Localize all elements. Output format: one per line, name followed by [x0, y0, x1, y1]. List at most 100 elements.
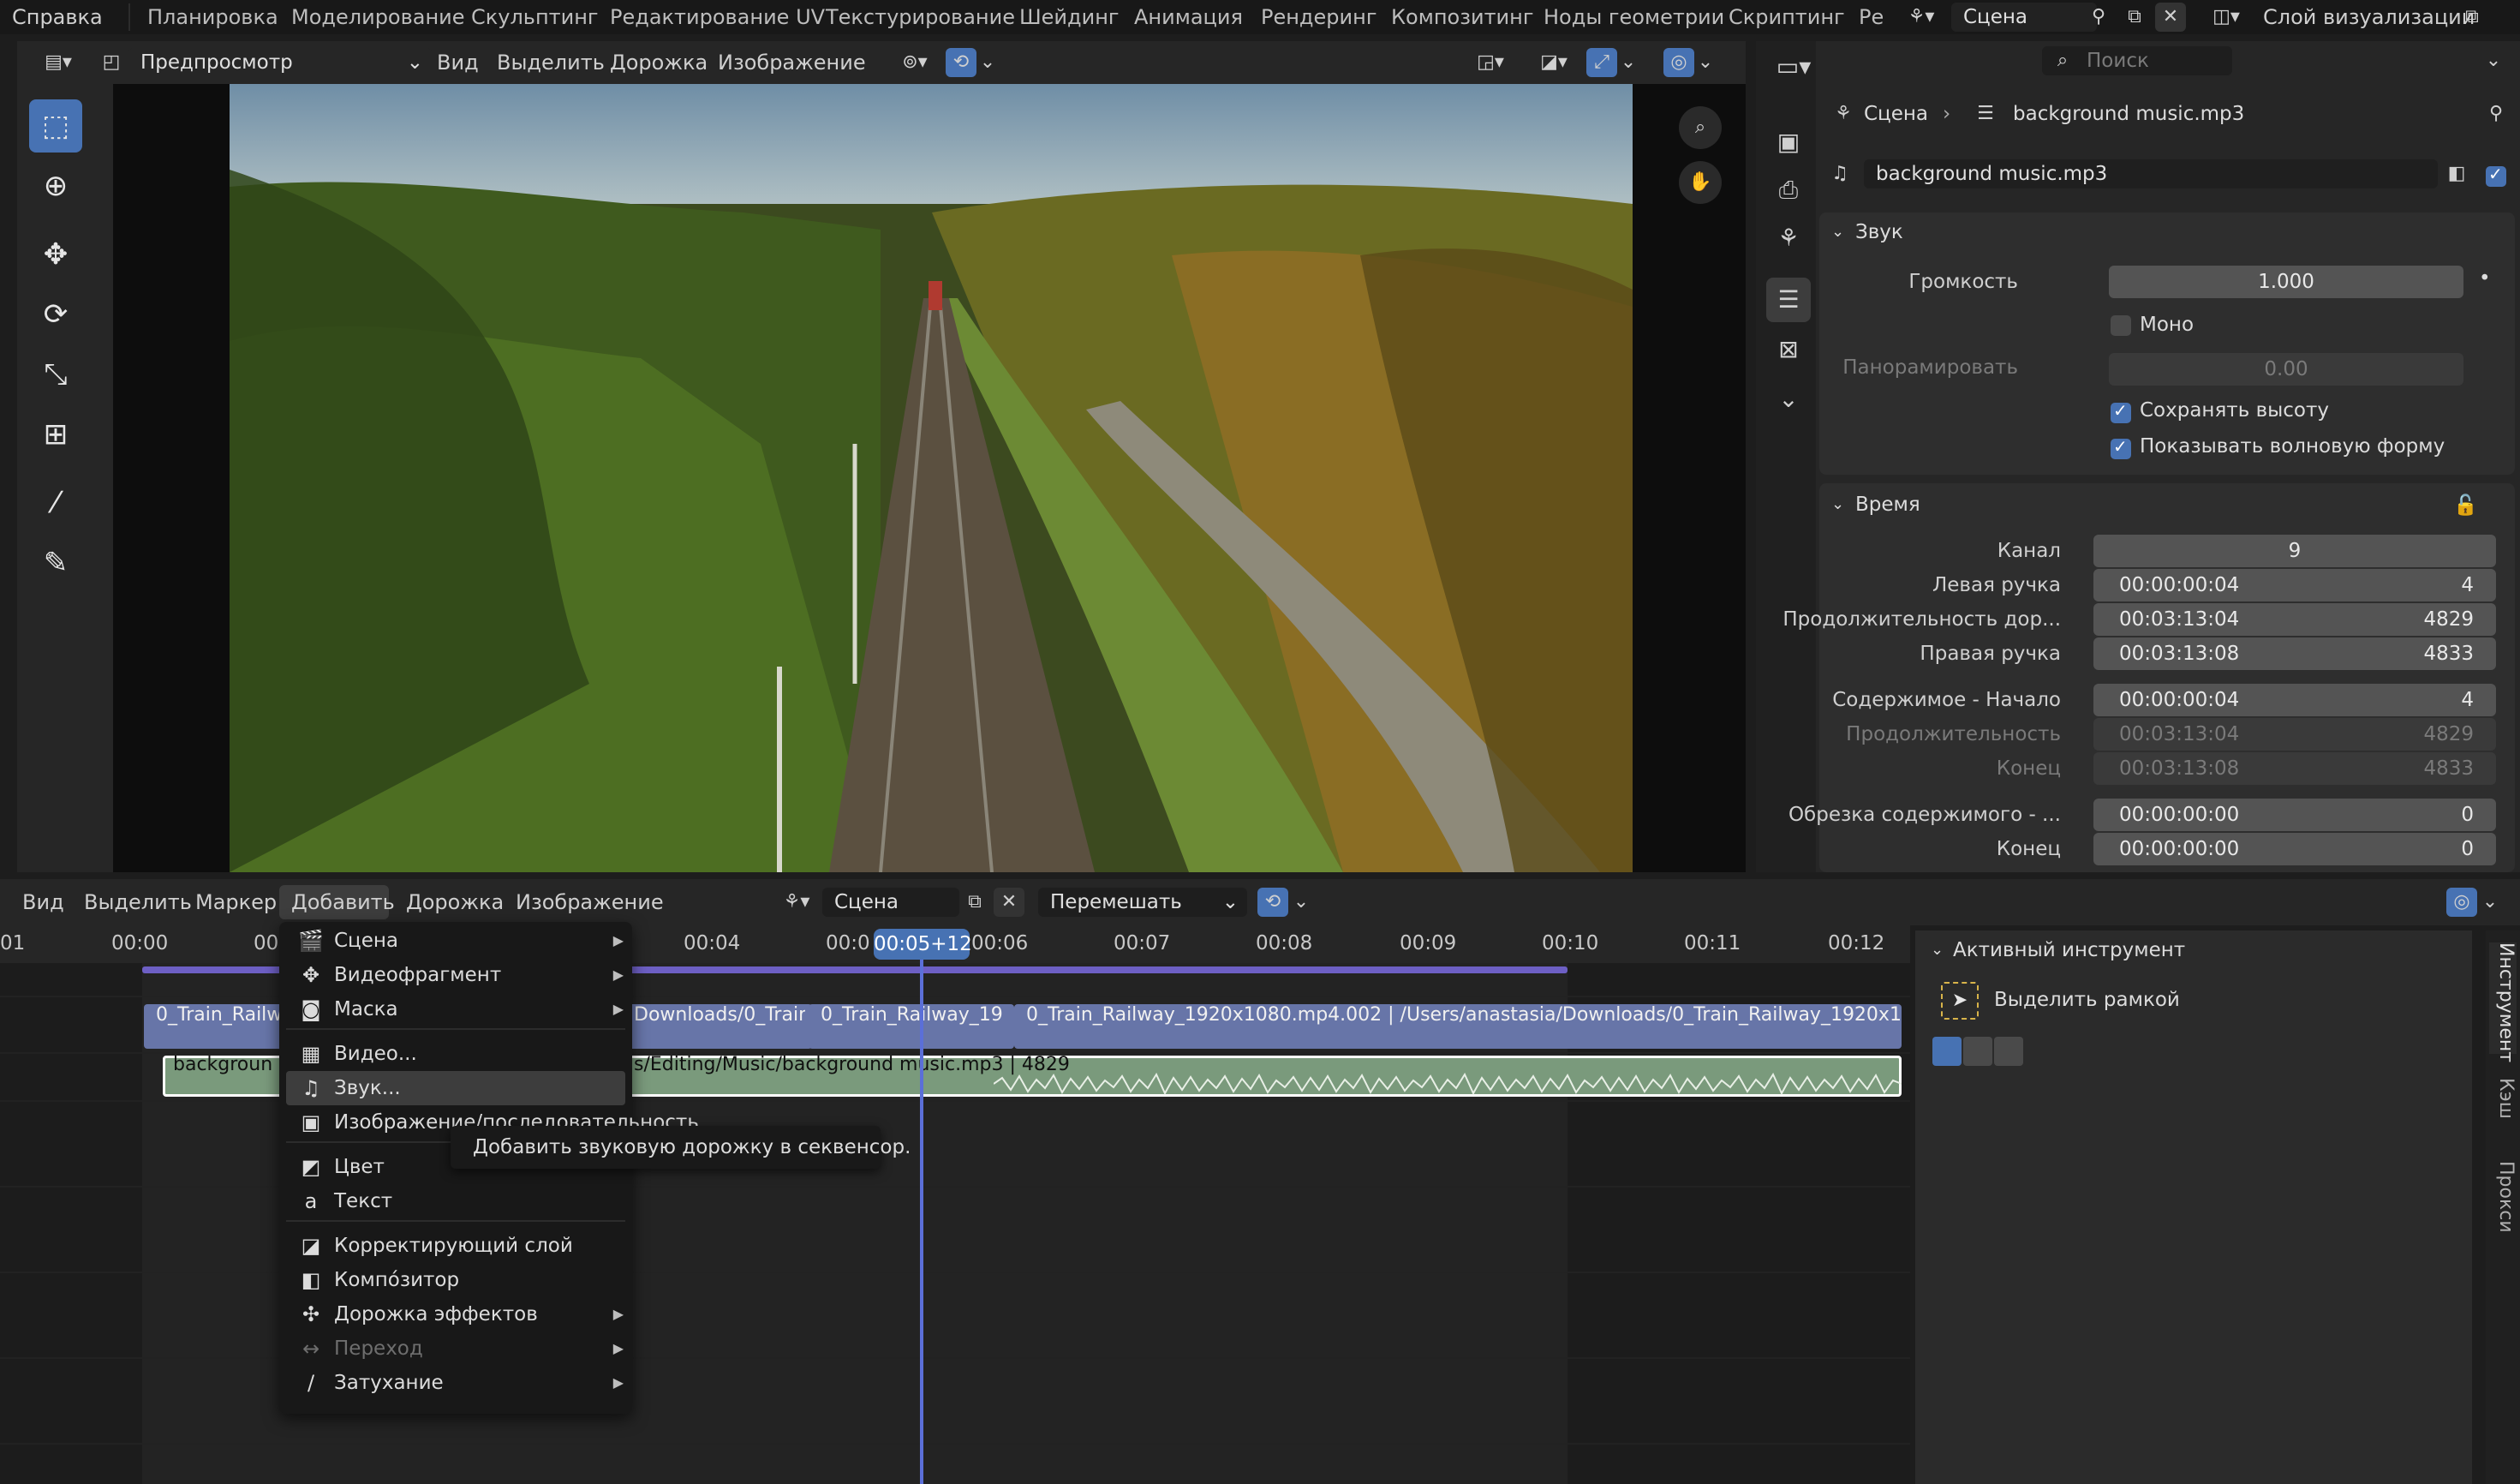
keep-pitch-checkbox[interactable] — [2111, 400, 2131, 423]
editor-type-icon[interactable]: ▭▾ — [1766, 45, 1821, 89]
sidebar-tab-cache[interactable]: Кэш — [2489, 1073, 2517, 1124]
chevron-down-icon[interactable]: ⌄ — [2481, 46, 2506, 75]
overlay-icon[interactable]: ◎ — [1663, 48, 1694, 77]
pin-icon[interactable]: ⚲ — [2481, 99, 2511, 129]
chevron-down-icon[interactable]: ⌄ — [1766, 377, 1811, 422]
move-icon[interactable]: ✥ — [29, 228, 82, 281]
sidebar-tab-proxy[interactable]: Прокси — [2489, 1158, 2517, 1236]
mode-extend-icon[interactable] — [1963, 1037, 1992, 1066]
chevron-down-icon[interactable]: ⌄ — [976, 48, 999, 77]
workspace-tab-rendering[interactable]: Рендеринг — [1261, 0, 1376, 34]
time-row-field[interactable]: 00:03:13:04 4829 — [2093, 603, 2496, 636]
menu-view[interactable]: Вид — [437, 45, 479, 80]
seq-menu-image[interactable]: Изображение — [516, 885, 664, 919]
time-row-field[interactable]: 00:03:13:08 4833 — [2093, 637, 2496, 670]
overlay-icon[interactable]: ◎ — [2446, 888, 2477, 917]
time-row-field[interactable]: 00:00:00:00 0 — [2093, 799, 2496, 831]
annotate-icon[interactable]: ✎ — [29, 536, 82, 589]
add-menu-item-fade[interactable]: ∕ Затухание ▶ — [279, 1366, 632, 1400]
workspace-tab-compositing[interactable]: Композитинг — [1391, 0, 1533, 34]
scale-icon[interactable]: ⤡ — [29, 348, 82, 401]
seq-menu-strip[interactable]: Дорожка — [406, 885, 504, 919]
gizmo-icon[interactable]: ⤢ — [1586, 48, 1617, 77]
lock-icon[interactable]: 🔓 — [2453, 494, 2478, 517]
display-channels-icon[interactable]: ◲▾ — [1465, 48, 1516, 77]
modifier-tab-icon[interactable]: ⊠ — [1766, 327, 1811, 372]
workspace-tab-uv-editing[interactable]: Редактирование UV — [610, 0, 825, 34]
workspace-tab-layout[interactable]: Планировка — [147, 0, 278, 34]
strip-color-icon[interactable]: ◧ — [2441, 159, 2472, 188]
render-tab-icon[interactable]: ⎙ — [1766, 168, 1811, 212]
view-layer-name[interactable]: Слой визуализации — [2263, 0, 2475, 34]
scene-strip-icon[interactable]: ⚘▾ — [773, 888, 821, 917]
snap-icon[interactable]: ⟲ — [1257, 888, 1288, 917]
workspace-tab-animation[interactable]: Анимация — [1134, 0, 1243, 34]
menu-image[interactable]: Изображение — [718, 45, 866, 80]
show-waveform-checkbox[interactable] — [2111, 436, 2131, 459]
chevron-down-icon[interactable]: ⌄ — [1290, 888, 1312, 917]
hand-icon[interactable]: ✋ — [1679, 161, 1722, 204]
add-menu-item-scene[interactable]: 🎬 Сцена ▶ — [279, 924, 632, 958]
workspace-tab-scripting[interactable]: Скриптинг — [1729, 0, 1845, 34]
mode-subtract-icon[interactable] — [1994, 1037, 2023, 1066]
time-row-field[interactable]: 00:03:13:04 4829 — [2093, 718, 2496, 751]
add-menu-item-mask[interactable]: ◙ Маска ▶ — [279, 992, 632, 1026]
chevron-down-icon[interactable]: ⌄ — [2479, 888, 2501, 917]
cursor-icon[interactable]: ⊕ — [29, 159, 82, 212]
rotate-icon[interactable]: ⟳ — [29, 288, 82, 341]
scene-selector-icon[interactable]: ⚘▾ — [1895, 3, 1948, 32]
chevron-down-icon[interactable]: ⌄ — [1831, 495, 1844, 513]
workspace-tab-texture-paint[interactable]: Текстурирование — [826, 0, 1015, 34]
add-menu-item-transition[interactable]: ↔ Переход ▶ — [279, 1331, 632, 1366]
workspace-tab-overflow[interactable]: Ре — [1859, 0, 1883, 34]
current-time-indicator[interactable]: 00:05+12 — [874, 929, 972, 960]
add-menu-item-movie-clip[interactable]: ✥ Видеофрагмент ▶ — [279, 958, 632, 992]
workspace-tab-sculpting[interactable]: Скульптинг — [471, 0, 599, 34]
new-scene-icon[interactable]: ⧉ — [2119, 3, 2150, 32]
tool-tab-icon[interactable]: ▣ — [1766, 120, 1811, 165]
workspace-tab-geometry-nodes[interactable]: Ноды геометрии — [1544, 0, 1724, 34]
workspace-tab-modeling[interactable]: Моделирование — [291, 0, 465, 34]
time-panel-title[interactable]: Время — [1855, 494, 1920, 516]
chevron-down-icon[interactable]: ⌄ — [1931, 941, 1944, 959]
add-menu-item-effect-strip[interactable]: ✣ Дорожка эффектов ▶ — [279, 1297, 632, 1331]
snap-icon[interactable]: ⟲ — [946, 48, 976, 77]
pivot-icon[interactable]: ⊚▾ — [891, 48, 939, 77]
strip-enabled-checkbox[interactable] — [2486, 164, 2506, 187]
chevron-down-icon[interactable]: ⌄ — [1831, 223, 1844, 241]
add-menu-item-sound[interactable]: ♫ Звук... — [286, 1071, 625, 1105]
close-icon[interactable]: ✕ — [2155, 3, 2186, 32]
chevron-down-icon[interactable]: ⌄ — [1617, 48, 1639, 77]
new-view-layer-icon[interactable]: ⧉ — [2457, 3, 2487, 32]
strip-tab-icon[interactable]: ☰ — [1766, 278, 1811, 322]
mode-new-icon[interactable] — [1932, 1037, 1962, 1066]
strip-name-field[interactable]: background music.mp3 — [1864, 159, 2438, 188]
time-row-field[interactable]: 9 — [2093, 535, 2496, 567]
playhead[interactable] — [920, 960, 923, 1484]
time-row-field[interactable]: 00:00:00:04 4 — [2093, 569, 2496, 601]
scene-name-field[interactable]: Сцена — [1951, 3, 2097, 32]
zoom-icon[interactable]: ⌕ — [1679, 106, 1722, 149]
add-menu-item-movie[interactable]: ▦ Видео... — [279, 1037, 632, 1071]
time-row-field[interactable]: 00:00:00:00 0 — [2093, 833, 2496, 865]
time-row-field[interactable]: 00:03:13:08 4833 — [2093, 752, 2496, 785]
menu-select[interactable]: Выделить — [497, 45, 605, 80]
sample-icon[interactable]: ⁄ — [29, 476, 82, 530]
seq-scene-field[interactable]: Сцена — [822, 888, 959, 917]
blend-mode-dropdown[interactable]: Перемешать ⌄ — [1038, 888, 1247, 917]
seq-menu-view[interactable]: Вид — [22, 885, 64, 919]
pin-icon[interactable]: ⚲ — [2083, 3, 2114, 32]
pan-field[interactable]: 0.00 — [2109, 353, 2463, 386]
sound-panel-title[interactable]: Звук — [1855, 221, 1903, 243]
editor-type-icon[interactable]: ▤▾ — [34, 48, 82, 77]
time-row-field[interactable]: 00:00:00:04 4 — [2093, 684, 2496, 716]
seq-menu-add[interactable]: Добавить — [279, 885, 395, 919]
mono-checkbox[interactable] — [2111, 315, 2131, 336]
keyframe-dot-icon[interactable]: • — [2479, 267, 2491, 290]
add-menu-item-text[interactable]: a Текст — [279, 1184, 632, 1218]
add-menu-item-compositor[interactable]: ◧ Компо́зитор — [279, 1263, 632, 1297]
new-scene-icon[interactable]: ⧉ — [959, 888, 990, 917]
close-icon[interactable]: ✕ — [994, 888, 1024, 917]
volume-field[interactable]: 1.000 — [2109, 266, 2463, 298]
chevron-down-icon[interactable]: ⌄ — [1694, 48, 1717, 77]
